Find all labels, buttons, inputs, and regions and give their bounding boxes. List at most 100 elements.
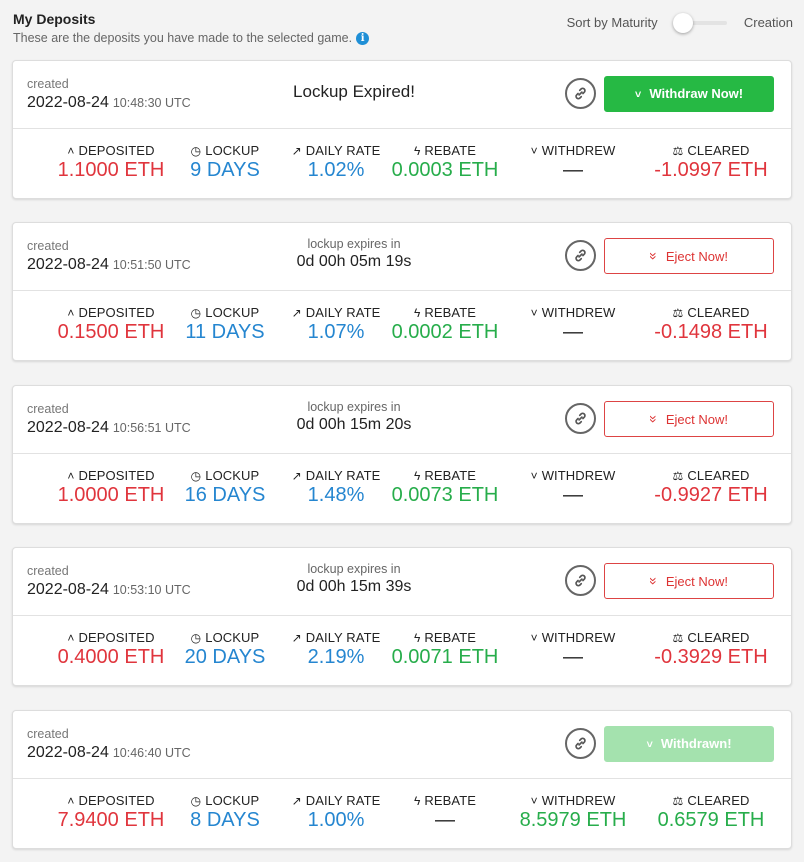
- action-button-label: Eject Now!: [665, 249, 728, 264]
- stat-value: -0.9927 ETH: [654, 484, 768, 506]
- deposit-card-1: created 2022-08-24 10:48:30 UTC Lockup Ex…: [12, 60, 792, 199]
- clock-icon: ◷: [190, 144, 202, 158]
- stat-cleared: ⚖ CLEARED -1.0997 ETH: [636, 143, 786, 182]
- action-button-label: Withdrawn!: [660, 736, 732, 751]
- created-date: 2022-08-24: [27, 419, 109, 436]
- balance-scale-icon: ⚖: [672, 794, 684, 808]
- stat-cleared: ⚖ CLEARED -0.9927 ETH: [636, 468, 786, 507]
- stat-value: —: [563, 159, 583, 181]
- stat-withdrew: ˅ WITHDREW —: [498, 468, 648, 507]
- lockup-status-label: lockup expires in: [307, 237, 401, 251]
- eject-now-button[interactable]: » Eject Now!: [604, 563, 774, 599]
- sort-control: Sort by Maturity Creation: [567, 12, 793, 34]
- stat-label-text: LOCKUP: [205, 143, 260, 158]
- stat-label-text: REBATE: [424, 468, 477, 483]
- chevron-down-icon: ˅: [634, 89, 642, 101]
- created-label: created: [27, 239, 69, 253]
- stat-withdrew: ˅ WITHDREW 8.5979 ETH: [498, 793, 648, 832]
- deposit-card-3: created 2022-08-24 10:56:51 UTC lockup ex…: [12, 385, 792, 524]
- created-datetime: 2022-08-24 10:46:40 UTC: [27, 744, 191, 762]
- deposit-card-header: created 2022-08-24 10:51:50 UTC lockup ex…: [13, 223, 791, 291]
- deposit-stats: ˄ DEPOSITED 0.4000 ETH ◷ LOCKUP 20 DAYS ↗ DAILY…: [13, 617, 791, 687]
- sort-toggle[interactable]: [673, 12, 728, 33]
- lockup-status: lockup expires in 0d 00h 15m 20s: [209, 400, 499, 434]
- stat-label-text: LOCKUP: [205, 305, 260, 320]
- stat-label-text: DEPOSITED: [78, 630, 155, 645]
- stat-label-text: REBATE: [424, 305, 477, 320]
- chevron-down-icon: ˅: [530, 469, 538, 483]
- chart-line-icon: ↗: [291, 144, 302, 158]
- bolt-icon: ϟ: [413, 469, 421, 483]
- stat-value: -0.1498 ETH: [654, 321, 768, 343]
- link-icon: [575, 574, 586, 587]
- link-button[interactable]: [565, 78, 596, 109]
- created-date: 2022-08-24: [27, 744, 109, 761]
- chevron-down-icon: ˅: [530, 631, 538, 645]
- stat-label-text: CLEARED: [687, 468, 750, 483]
- lockup-countdown: 0d 00h 15m 20s: [296, 416, 412, 433]
- stat-label-text: DEPOSITED: [78, 305, 155, 320]
- link-button[interactable]: [565, 565, 596, 596]
- stat-label-text: LOCKUP: [205, 793, 260, 808]
- clock-icon: ◷: [190, 794, 202, 808]
- balance-scale-icon: ⚖: [672, 306, 684, 320]
- stat-label-text: DEPOSITED: [78, 468, 155, 483]
- deposit-card-header: created 2022-08-24 10:46:40 UTC ˅ Withdraw…: [13, 711, 791, 779]
- deposit-card-header: created 2022-08-24 10:56:51 UTC lockup ex…: [13, 386, 791, 454]
- chevron-down-icon: ˅: [530, 794, 538, 808]
- lockup-countdown: 0d 00h 05m 19s: [296, 253, 412, 270]
- created-date: 2022-08-24: [27, 256, 109, 273]
- created-time: 10:51:50 UTC: [112, 258, 191, 272]
- link-button[interactable]: [565, 403, 596, 434]
- stat-label-text: REBATE: [424, 630, 477, 645]
- deposit-stats: ˄ DEPOSITED 0.1500 ETH ◷ LOCKUP 11 DAYS ↗ DAILY…: [13, 292, 791, 362]
- stat-label: ˅ WITHDREW: [498, 468, 648, 483]
- bolt-icon: ϟ: [413, 631, 421, 645]
- stat-withdrew: ˅ WITHDREW —: [498, 305, 648, 344]
- link-icon: [575, 249, 586, 262]
- stat-value: -1.0997 ETH: [654, 159, 768, 181]
- stat-label: ˅ WITHDREW: [498, 793, 648, 808]
- link-button[interactable]: [565, 728, 596, 759]
- lockup-status: lockup expires in 0d 00h 15m 39s: [209, 562, 499, 596]
- withdraw-now-button[interactable]: ˅ Withdraw Now!: [604, 76, 774, 112]
- withdrawn-button: ˅ Withdrawn!: [604, 726, 774, 762]
- stat-label: ˅ WITHDREW: [498, 305, 648, 320]
- chevron-down-icon: ˅: [530, 144, 538, 158]
- stat-label: ˅ WITHDREW: [498, 143, 648, 158]
- stat-value: 0.6579 ETH: [657, 809, 765, 831]
- link-icon: [575, 87, 586, 100]
- deposit-card-4: created 2022-08-24 10:53:10 UTC lockup ex…: [12, 547, 792, 686]
- created-time: 10:53:10 UTC: [112, 583, 191, 597]
- stat-value: —: [563, 321, 583, 343]
- clock-icon: ◷: [190, 631, 202, 645]
- subtitle-text: These are the deposits you have made to …: [13, 31, 353, 45]
- sort-creation-label[interactable]: Creation: [744, 15, 793, 30]
- eject-now-button[interactable]: » Eject Now!: [604, 401, 774, 437]
- toggle-knob[interactable]: [673, 12, 694, 33]
- created-time: 10:46:40 UTC: [112, 746, 191, 760]
- bolt-icon: ϟ: [413, 306, 421, 320]
- deposits-header: My Deposits These are the deposits you h…: [13, 10, 793, 50]
- chart-line-icon: ↗: [291, 794, 302, 808]
- created-label: created: [27, 564, 69, 578]
- stat-label-text: CLEARED: [687, 793, 750, 808]
- link-button[interactable]: [565, 240, 596, 271]
- info-icon[interactable]: i: [356, 32, 370, 45]
- stat-label-text: WITHDREW: [541, 793, 616, 808]
- lockup-status: lockup expires in 0d 00h 05m 19s: [209, 237, 499, 271]
- stat-label: ⚖ CLEARED: [636, 793, 786, 808]
- stat-label-text: DEPOSITED: [78, 143, 155, 158]
- eject-now-button[interactable]: » Eject Now!: [604, 238, 774, 274]
- bolt-icon: ϟ: [413, 144, 421, 158]
- created-label: created: [27, 402, 69, 416]
- stat-value: 8.5979 ETH: [519, 809, 627, 831]
- created-datetime: 2022-08-24 10:53:10 UTC: [27, 581, 191, 599]
- sort-maturity-label[interactable]: Sort by Maturity: [567, 15, 658, 30]
- chevron-down-icon: ˅: [646, 739, 653, 751]
- deposit-stats: ˄ DEPOSITED 1.1000 ETH ◷ LOCKUP 9 DAYS ↗ DAILY …: [13, 130, 791, 200]
- chevron-up-icon: ˄: [67, 306, 75, 320]
- balance-scale-icon: ⚖: [672, 631, 684, 645]
- stat-label-text: WITHDREW: [541, 305, 616, 320]
- bolt-icon: ϟ: [413, 794, 421, 808]
